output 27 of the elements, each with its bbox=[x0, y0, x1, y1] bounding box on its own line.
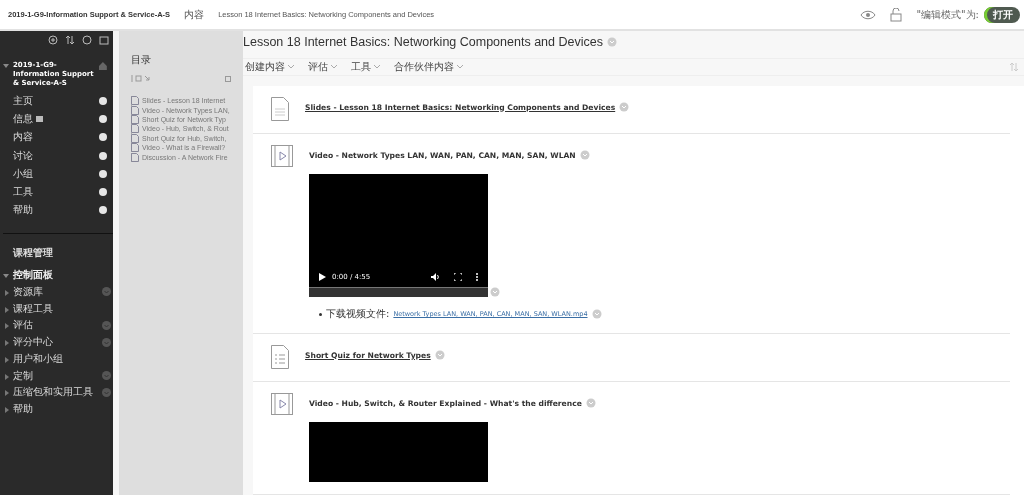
toc-title: 目录 bbox=[131, 53, 152, 67]
control-panel-item[interactable]: 控制面板 bbox=[13, 267, 53, 282]
menu-item[interactable]: 帮助 bbox=[13, 203, 33, 218]
edit-mode-label: "编辑模式"为: bbox=[916, 7, 979, 22]
menu-item[interactable]: 主页 bbox=[13, 94, 33, 109]
menu-item[interactable]: 工具 bbox=[13, 185, 33, 200]
control-panel-link[interactable]: 用户和小组 bbox=[13, 351, 63, 366]
menu-item[interactable]: 小组 bbox=[13, 166, 33, 181]
section-heading: 课程管理 bbox=[12, 246, 54, 261]
control-panel-link[interactable]: 帮助 bbox=[13, 402, 33, 417]
control-panel-link[interactable]: 定制 bbox=[13, 368, 33, 383]
edit-mode-toggle[interactable]: 打开 bbox=[984, 6, 1020, 23]
menu-item[interactable]: 信息 bbox=[13, 112, 33, 127]
control-panel-link[interactable]: 课程工具 bbox=[13, 301, 53, 316]
toolbar-menu[interactable]: 合作伙伴内容 bbox=[394, 59, 457, 74]
menu-item[interactable]: 内容 bbox=[13, 130, 33, 145]
control-panel-link[interactable]: 资源库 bbox=[13, 284, 43, 299]
toolbar-menu[interactable]: 创建内容 bbox=[245, 59, 288, 74]
page-title: Lesson 18 Internet Basics: Networking Components and Devices bbox=[243, 35, 603, 50]
breadcrumb-link[interactable]: 内容 bbox=[184, 7, 205, 22]
download-label: 下载视频文件: bbox=[326, 307, 390, 321]
control-panel-link[interactable]: 评分中心 bbox=[13, 335, 53, 350]
toolbar-menu[interactable]: 工具 bbox=[351, 59, 374, 74]
menu-item[interactable]: 讨论 bbox=[13, 148, 33, 163]
control-panel-link[interactable]: 压缩包和实用工具 bbox=[13, 385, 93, 400]
toolbar-menu[interactable]: 评估 bbox=[308, 59, 331, 74]
control-panel-link[interactable]: 评估 bbox=[13, 318, 33, 333]
